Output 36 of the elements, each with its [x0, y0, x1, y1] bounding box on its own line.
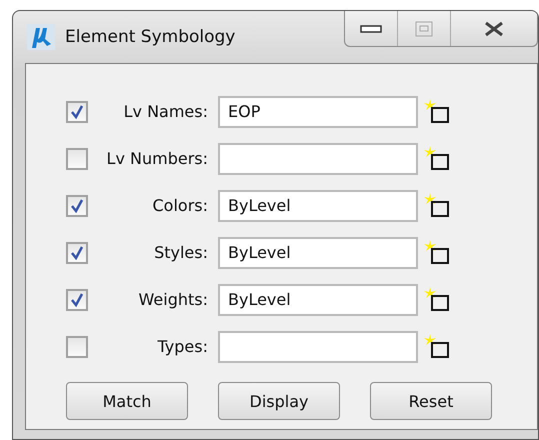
pick-element-icon[interactable]: [424, 98, 450, 124]
checkbox[interactable]: [66, 194, 88, 216]
field-label: Lv Numbers:: [106, 149, 208, 168]
checkmark-icon: [70, 292, 84, 306]
window-title: Element Symbology: [65, 27, 236, 47]
field-label: Styles:: [153, 243, 208, 262]
field-label: Colors:: [152, 196, 208, 215]
pick-element-icon[interactable]: [424, 146, 450, 172]
checkmark-icon: [70, 104, 84, 118]
pick-element-icon[interactable]: [424, 192, 450, 218]
action-button[interactable]: Reset: [370, 382, 492, 420]
action-button[interactable]: Display: [218, 382, 340, 420]
checkbox[interactable]: [66, 242, 88, 264]
pick-element-icon[interactable]: [424, 334, 450, 360]
checkbox[interactable]: [66, 148, 88, 170]
pick-element-icon[interactable]: [424, 240, 450, 266]
action-button[interactable]: Match: [66, 382, 188, 420]
checkbox[interactable]: [66, 100, 88, 122]
pick-element-icon[interactable]: [424, 286, 450, 312]
checkmark-icon: [70, 246, 84, 260]
maximize-icon: [415, 20, 433, 36]
checkbox[interactable]: [66, 288, 88, 310]
close-icon: [484, 20, 504, 36]
input-field[interactable]: EOP: [218, 96, 418, 128]
field-label: Lv Names:: [122, 102, 208, 121]
input-field[interactable]: ByLevel: [218, 190, 418, 222]
checkmark-icon: [70, 198, 84, 212]
input-field[interactable]: ByLevel: [218, 236, 418, 268]
minimize-icon: [360, 24, 382, 32]
input-field[interactable]: ByLevel: [218, 284, 418, 316]
checkbox[interactable]: [66, 336, 88, 358]
input-field[interactable]: [218, 330, 418, 362]
field-label: Types:: [156, 337, 208, 356]
field-label: Weights:: [138, 290, 208, 309]
input-field[interactable]: [218, 142, 418, 174]
app-logo-icon: [27, 24, 55, 50]
